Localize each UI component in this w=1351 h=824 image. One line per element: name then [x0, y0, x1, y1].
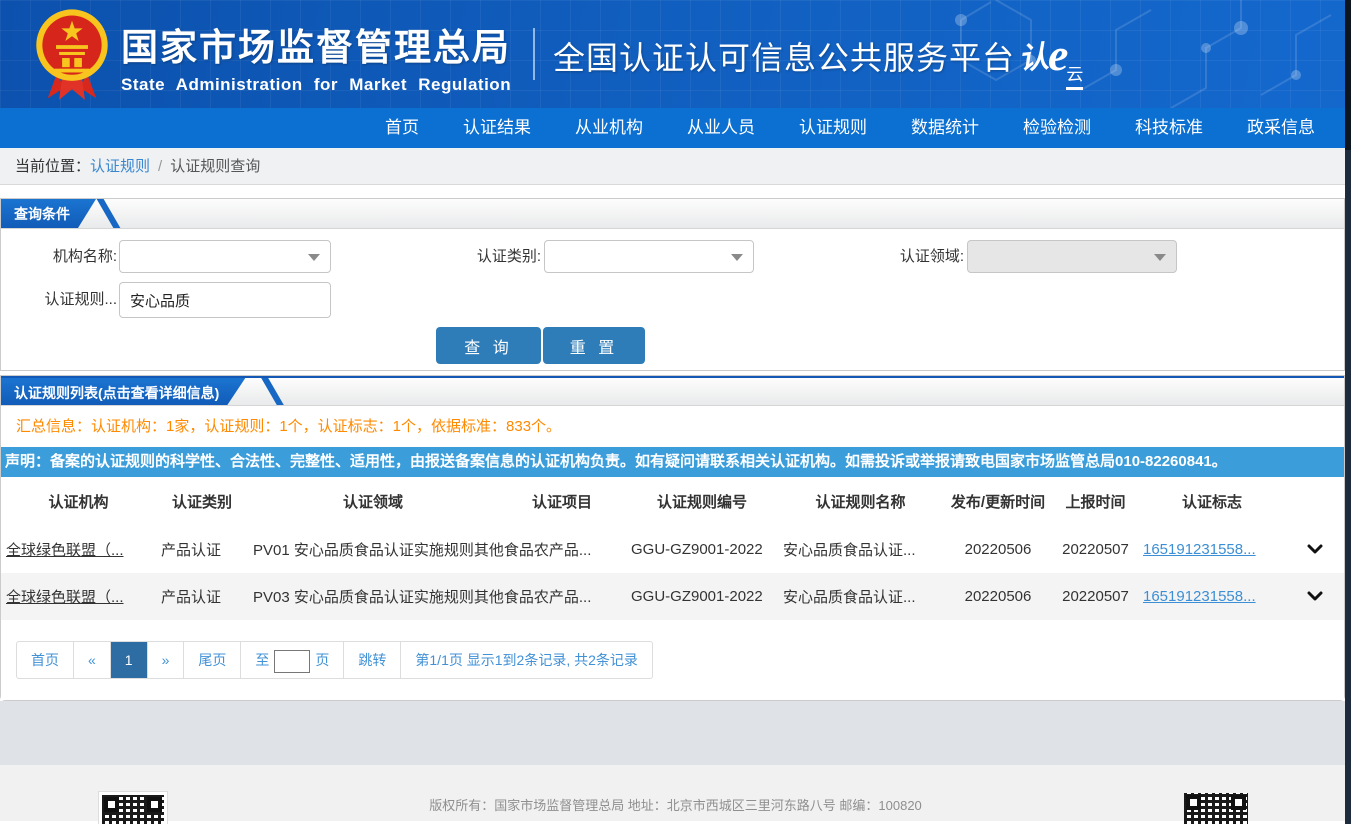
pagination-first[interactable]: 首页: [17, 642, 74, 678]
main-nav: 首页 认证结果 从业机构 从业人员 认证规则 数据统计 检验检测 科技标准 政采…: [0, 108, 1351, 148]
breadcrumb-separator: /: [158, 158, 162, 175]
cell-publish-date: 20220506: [943, 526, 1053, 573]
cell-field: PV03 安心品质食品认证实施规则其他食品农产品...: [248, 573, 626, 620]
col-header-field: 认证领域: [248, 477, 498, 526]
table-row[interactable]: 全球绿色联盟（... 产品认证 PV03 安心品质食品认证实施规则其他食品农产品…: [1, 573, 1344, 620]
org-link[interactable]: 全球绿色联盟（...: [6, 542, 124, 559]
nav-item-procurement[interactable]: 政采信息: [1225, 108, 1337, 148]
pagination-prev[interactable]: «: [74, 642, 111, 678]
breadcrumb-link-cert-rules[interactable]: 认证规则: [90, 158, 150, 175]
label-cert-rule: 认证规则...: [14, 282, 117, 315]
footer-band: [0, 701, 1351, 765]
disclaimer-bar: 声明：备案的认证规则的科学性、合法性、完整性、适用性，由报送备案信息的认证机构负…: [1, 447, 1344, 477]
cell-category: 产品认证: [156, 526, 248, 573]
label-cert-field: 认证领域:: [879, 240, 964, 273]
cert-mark-link[interactable]: 165191231558...: [1143, 588, 1256, 605]
page: 国家市场监督管理总局 State Administration for Mark…: [0, 0, 1351, 824]
rules-list-section: 认证规则列表(点击查看详细信息) 汇总信息：认证机构：1家，认证规则：1个，认证…: [0, 375, 1345, 701]
col-header-org: 认证机构: [1, 477, 156, 526]
pagination-jump-button[interactable]: 跳转: [344, 642, 401, 678]
copyright-text: 版权所有：国家市场监督管理总局 地址：北京市西城区三里河东路八号 邮编：1008…: [0, 795, 1351, 814]
col-header-rule-name: 认证规则名称: [778, 477, 943, 526]
nav-item-statistics[interactable]: 数据统计: [889, 108, 1001, 148]
cell-category: 产品认证: [156, 573, 248, 620]
chevron-down-icon: [1154, 254, 1166, 261]
label-org-name: 机构名称:: [29, 240, 117, 273]
chevron-down-icon: [308, 254, 320, 261]
col-header-mark: 认证标志: [1138, 477, 1286, 526]
cell-rule-name: 安心品质食品认证...: [778, 573, 943, 620]
list-section-title-tab: 认证规则列表(点击查看详细信息): [1, 378, 245, 405]
nav-item-institutions[interactable]: 从业机构: [553, 108, 665, 148]
cert-field-select: [967, 240, 1177, 273]
cell-field: PV01 安心品质食品认证实施规则其他食品农产品...: [248, 526, 626, 573]
rules-table: 认证机构 认证类别 认证领域 认证项目 认证规则编号 认证规则名称 发布/更新时…: [1, 477, 1344, 620]
scrollbar-thumb[interactable]: [1345, 0, 1351, 150]
national-emblem-logo: [34, 7, 110, 103]
reset-button[interactable]: 重 置: [543, 327, 645, 364]
nav-item-tech-standards[interactable]: 科技标准: [1113, 108, 1225, 148]
cell-rule-name: 安心品质食品认证...: [778, 526, 943, 573]
org-link[interactable]: 全球绿色联盟（...: [6, 589, 124, 606]
cell-rule-no: GGU-GZ9001-2022: [626, 526, 778, 573]
footer: 版权所有：国家市场监督管理总局 地址：北京市西城区三里河东路八号 邮编：1008…: [0, 765, 1351, 821]
pagination-last[interactable]: 尾页: [184, 642, 241, 678]
table-row[interactable]: 全球绿色联盟（... 产品认证 PV01 安心品质食品认证实施规则其他食品农产品…: [1, 526, 1344, 573]
pagination-next[interactable]: »: [148, 642, 185, 678]
query-form: 机构名称: 认证类别: 认证领域: 认证规则... 查 询 重 置: [1, 229, 1344, 370]
cell-report-date: 20220507: [1053, 573, 1138, 620]
goto-page-input[interactable]: [274, 650, 310, 673]
col-header-category: 认证类别: [156, 477, 248, 526]
cell-report-date: 20220507: [1053, 526, 1138, 573]
cell-publish-date: 20220506: [943, 573, 1053, 620]
table-header-row: 认证机构 认证类别 认证领域 认证项目 认证规则编号 认证规则名称 发布/更新时…: [1, 477, 1344, 526]
col-header-rule-no: 认证规则编号: [626, 477, 778, 526]
spacer: [0, 185, 1351, 198]
platform-title: 全国认证认可信息公共服务平台: [553, 33, 1015, 79]
col-header-publish-date: 发布/更新时间: [943, 477, 1053, 526]
pagination-area: 首页 « 1 » 尾页 至页 跳转 第1/1页 显示1到2条记录, 共2条记录: [1, 620, 1344, 700]
breadcrumb-prefix: 当前位置：: [15, 158, 90, 175]
query-section-title-tab: 查询条件: [1, 199, 96, 228]
label-cert-category: 认证类别:: [456, 240, 541, 273]
pagination: 首页 « 1 » 尾页 至页 跳转 第1/1页 显示1到2条记录, 共2条记录: [16, 641, 653, 679]
query-section-header: 查询条件: [1, 199, 1344, 229]
tab-decoration: [261, 378, 284, 405]
chevron-down-icon: [731, 254, 743, 261]
pagination-goto: 至页: [241, 642, 344, 678]
chevron-down-icon[interactable]: [1307, 541, 1323, 558]
nav-item-inspection[interactable]: 检验检测: [1001, 108, 1113, 148]
pagination-page-1[interactable]: 1: [111, 642, 148, 678]
col-header-report-date: 上报时间: [1053, 477, 1138, 526]
tab-decoration: [97, 199, 121, 228]
cert-mark-link[interactable]: 165191231558...: [1143, 541, 1256, 558]
chevron-down-icon[interactable]: [1307, 588, 1323, 605]
cell-rule-no: GGU-GZ9001-2022: [626, 573, 778, 620]
org-subtitle: State Administration for Market Regulati…: [121, 75, 511, 95]
ren-e-yun-logo: 认e云: [1018, 26, 1083, 79]
nav-item-personnel[interactable]: 从业人员: [665, 108, 777, 148]
org-title: 国家市场监督管理总局: [121, 17, 511, 71]
query-section: 查询条件 机构名称: 认证类别: 认证领域: 认证规则... 查 询 重 置: [0, 198, 1345, 371]
header-divider: [533, 28, 535, 80]
pagination-info: 第1/1页 显示1到2条记录, 共2条记录: [401, 642, 652, 678]
breadcrumb-current: 认证规则查询: [170, 158, 260, 175]
nav-item-cert-results[interactable]: 认证结果: [441, 108, 553, 148]
org-title-block: 国家市场监督管理总局 State Administration for Mark…: [121, 17, 511, 95]
qr-code-right: [1184, 793, 1248, 824]
summary-info: 汇总信息：认证机构：1家，认证规则：1个，认证标志：1个，依据标准：833个。: [1, 406, 1344, 447]
site-header: 国家市场监督管理总局 State Administration for Mark…: [0, 0, 1351, 108]
list-section-header: 认证规则列表(点击查看详细信息): [1, 376, 1344, 406]
org-name-select[interactable]: [119, 240, 331, 273]
cert-category-select[interactable]: [544, 240, 754, 273]
cert-rule-input[interactable]: [119, 282, 331, 318]
breadcrumb: 当前位置：认证规则 / 认证规则查询: [0, 148, 1351, 185]
page-scrollbar[interactable]: [1345, 0, 1351, 824]
col-header-expand: [1286, 477, 1344, 526]
search-button[interactable]: 查 询: [436, 327, 541, 364]
nav-item-home[interactable]: 首页: [363, 108, 441, 148]
col-header-project: 认证项目: [498, 477, 626, 526]
nav-item-cert-rules[interactable]: 认证规则: [777, 108, 889, 148]
